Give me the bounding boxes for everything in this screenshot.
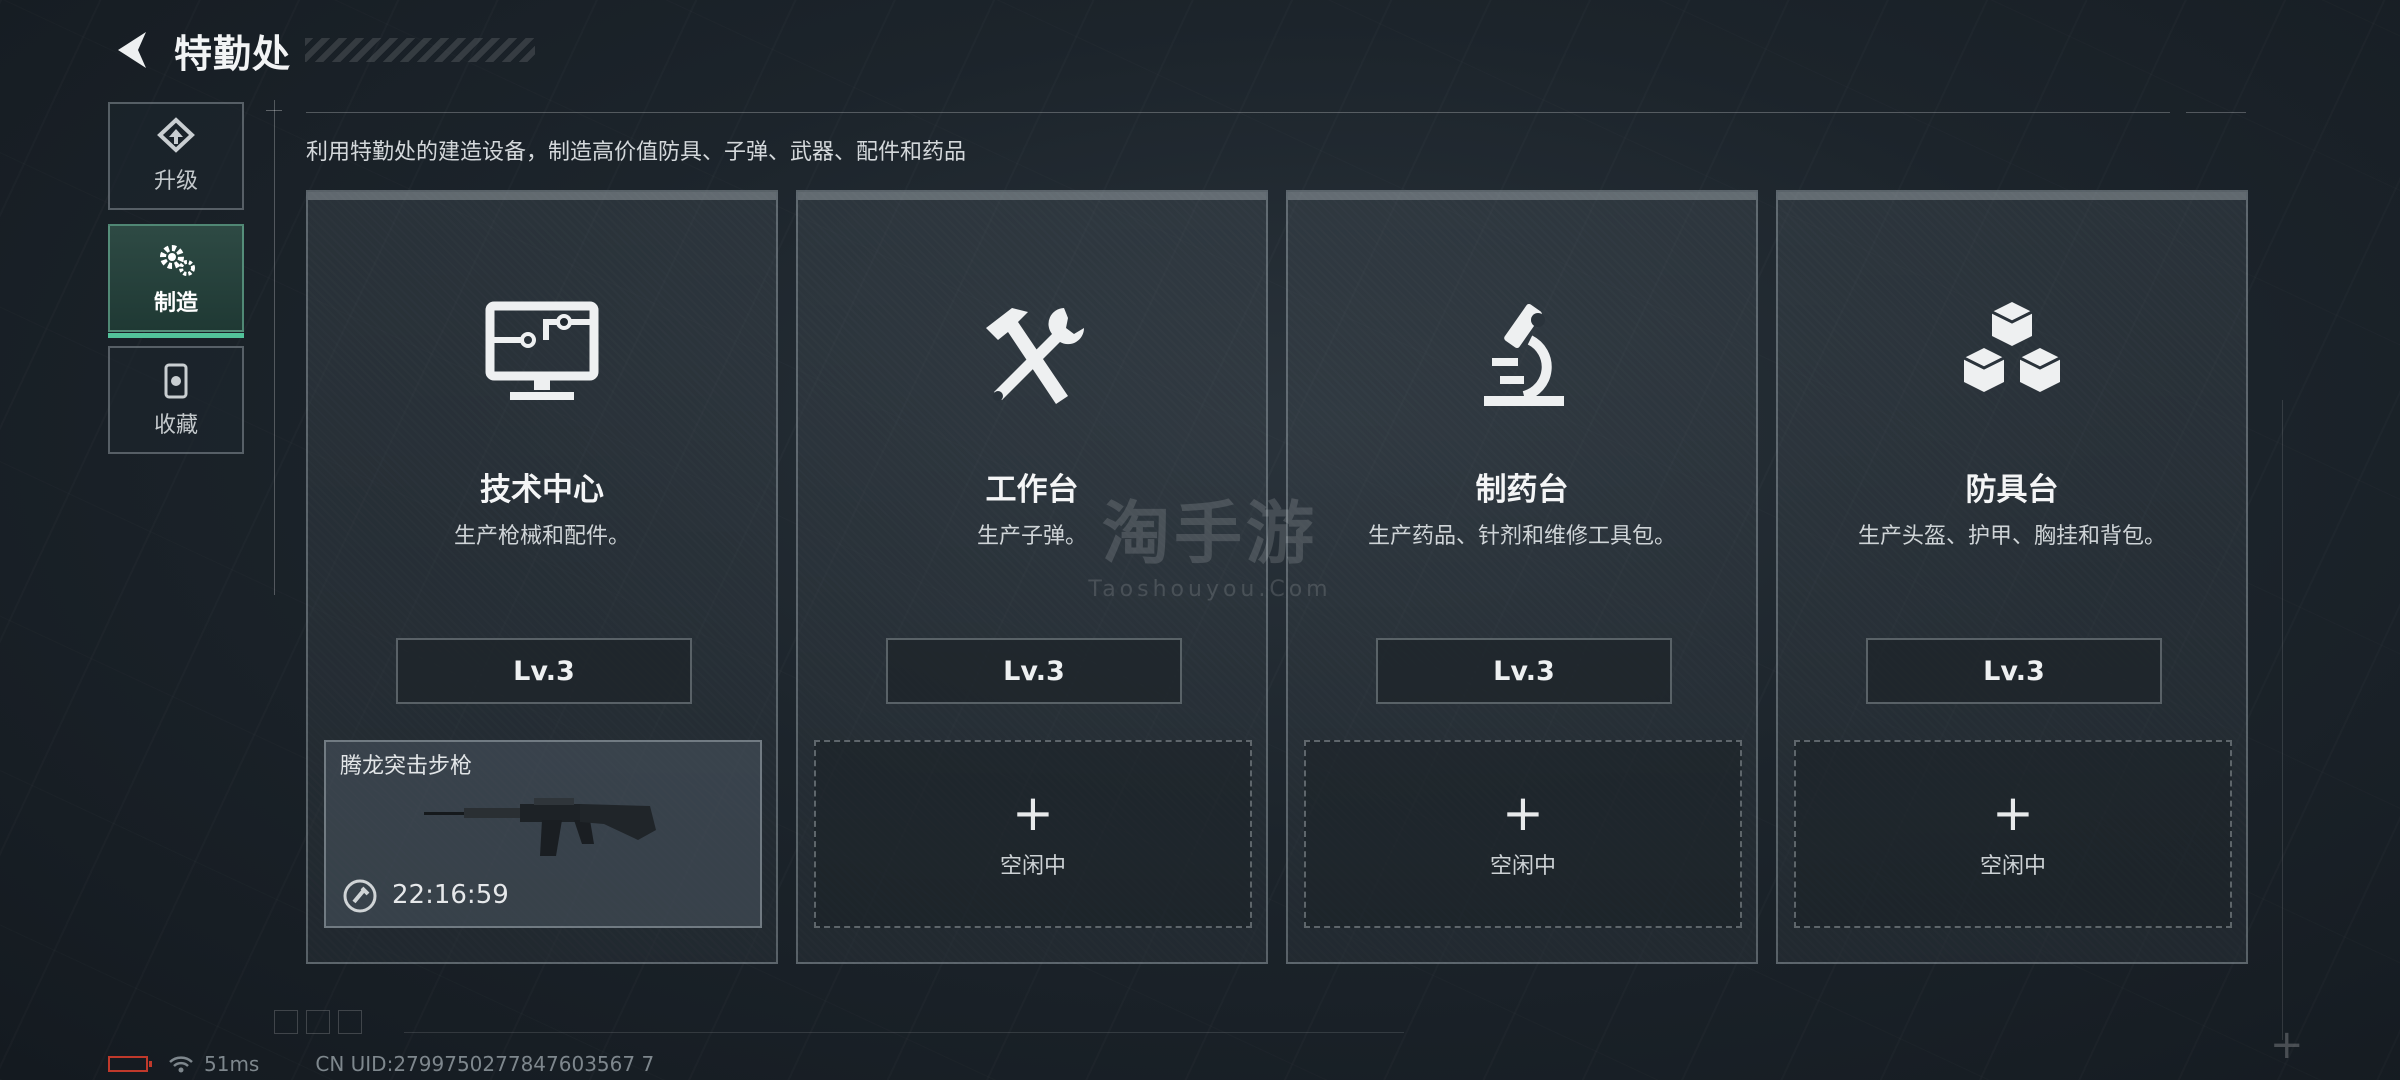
idle-status: 空闲中 — [999, 854, 1066, 879]
wifi-icon — [169, 1056, 193, 1073]
card-tech-center[interactable]: 技术中心 生产枪械和配件。 Lv.3 腾龙突击步枪 22:16:59 — [306, 190, 778, 964]
hammer-wrench-icon — [986, 308, 1085, 404]
page-description: 利用特勤处的建造设备，制造高价值防具、子弹、武器、配件和药品 — [306, 140, 967, 165]
facility-cards: 技术中心 生产枪械和配件。 Lv.3 腾龙突击步枪 22:16:59 工作台 生… — [306, 190, 2248, 964]
add-icon: + — [1502, 784, 1544, 842]
craft-slot-busy[interactable]: 腾龙突击步枪 22:16:59 — [324, 740, 762, 928]
crafting-item-name: 腾龙突击步枪 — [340, 754, 473, 779]
user-uid: CN UID:2799750277847603567 7 — [315, 1052, 655, 1076]
card-title: 制药台 — [1475, 472, 1569, 508]
card-subtitle: 生产子弹。 — [976, 524, 1087, 549]
microscope-icon — [1484, 303, 1564, 406]
card-title: 技术中心 — [480, 472, 604, 508]
card-icon-wrap — [798, 300, 1266, 410]
right-decoration-line — [2282, 400, 2283, 1040]
craft-slot-idle[interactable]: + 空闲中 — [1304, 740, 1742, 928]
ping-value: 51ms — [204, 1052, 260, 1076]
battery-icon — [108, 1056, 152, 1072]
corner-cross: + — [2270, 1022, 2304, 1068]
page-title: 特勤处 — [174, 31, 292, 76]
card-subtitle: 生产药品、针剂和维修工具包。 — [1367, 524, 1676, 549]
card-title: 工作台 — [985, 472, 1079, 508]
card-title: 防具台 — [1965, 472, 2059, 508]
nav-label-upgrade: 升级 — [153, 169, 198, 194]
level-button[interactable]: Lv.3 — [396, 638, 692, 704]
idle-status: 空闲中 — [1489, 854, 1556, 879]
footer-decoration — [274, 1010, 362, 1034]
card-workbench[interactable]: 工作台 生产子弹。 Lv.3 + 空闲中 — [796, 190, 1268, 964]
title-decoration — [305, 38, 536, 62]
add-icon: + — [1992, 784, 2034, 842]
divider-vertical — [274, 100, 275, 595]
nav-label-collection: 收藏 — [153, 413, 198, 438]
card-icon-wrap — [1288, 300, 1756, 410]
side-nav: 升级 制造 收藏 — [108, 102, 246, 468]
nav-label-craft: 制造 — [153, 291, 198, 316]
timer-icon — [343, 879, 377, 913]
bottom-rule — [404, 1032, 1404, 1033]
craft-slot-idle[interactable]: + 空闲中 — [1794, 740, 2232, 928]
divider-tick — [266, 110, 282, 111]
nav-item-collection[interactable]: 收藏 — [108, 346, 244, 454]
gear-icon — [160, 245, 195, 276]
card-icon-wrap — [308, 300, 776, 410]
upgrade-icon — [157, 117, 195, 153]
status-bar: 51ms CN UID:2799750277847603567 7 — [108, 1052, 654, 1076]
collection-icon — [164, 363, 188, 399]
top-rule — [306, 112, 2170, 113]
back-arrow-icon — [118, 32, 146, 68]
craft-timer: 22:16:59 — [392, 880, 509, 910]
idle-status: 空闲中 — [1979, 854, 2046, 879]
card-icon-wrap — [1778, 300, 2246, 410]
cubes-icon — [1963, 302, 2061, 392]
card-armor[interactable]: 防具台 生产头盔、护甲、胸挂和背包。 Lv.3 + 空闲中 — [1776, 190, 2248, 964]
rifle-icon — [424, 798, 656, 856]
card-pharmacy[interactable]: 制药台 生产药品、针剂和维修工具包。 Lv.3 + 空闲中 — [1286, 190, 1758, 964]
nav-item-upgrade[interactable]: 升级 — [108, 102, 244, 210]
add-icon: + — [1012, 784, 1054, 842]
card-subtitle: 生产枪械和配件。 — [453, 524, 630, 549]
card-subtitle: 生产头盔、护甲、胸挂和背包。 — [1857, 524, 2166, 549]
nav-item-craft[interactable]: 制造 — [108, 224, 244, 338]
craft-slot-idle[interactable]: + 空闲中 — [814, 740, 1252, 928]
header: 特勤处 — [108, 22, 536, 78]
top-rule-end — [2186, 112, 2246, 113]
back-button[interactable] — [108, 22, 156, 78]
level-button[interactable]: Lv.3 — [1866, 638, 2162, 704]
level-button[interactable]: Lv.3 — [886, 638, 1182, 704]
level-button[interactable]: Lv.3 — [1376, 638, 1672, 704]
computer-icon — [485, 301, 599, 400]
